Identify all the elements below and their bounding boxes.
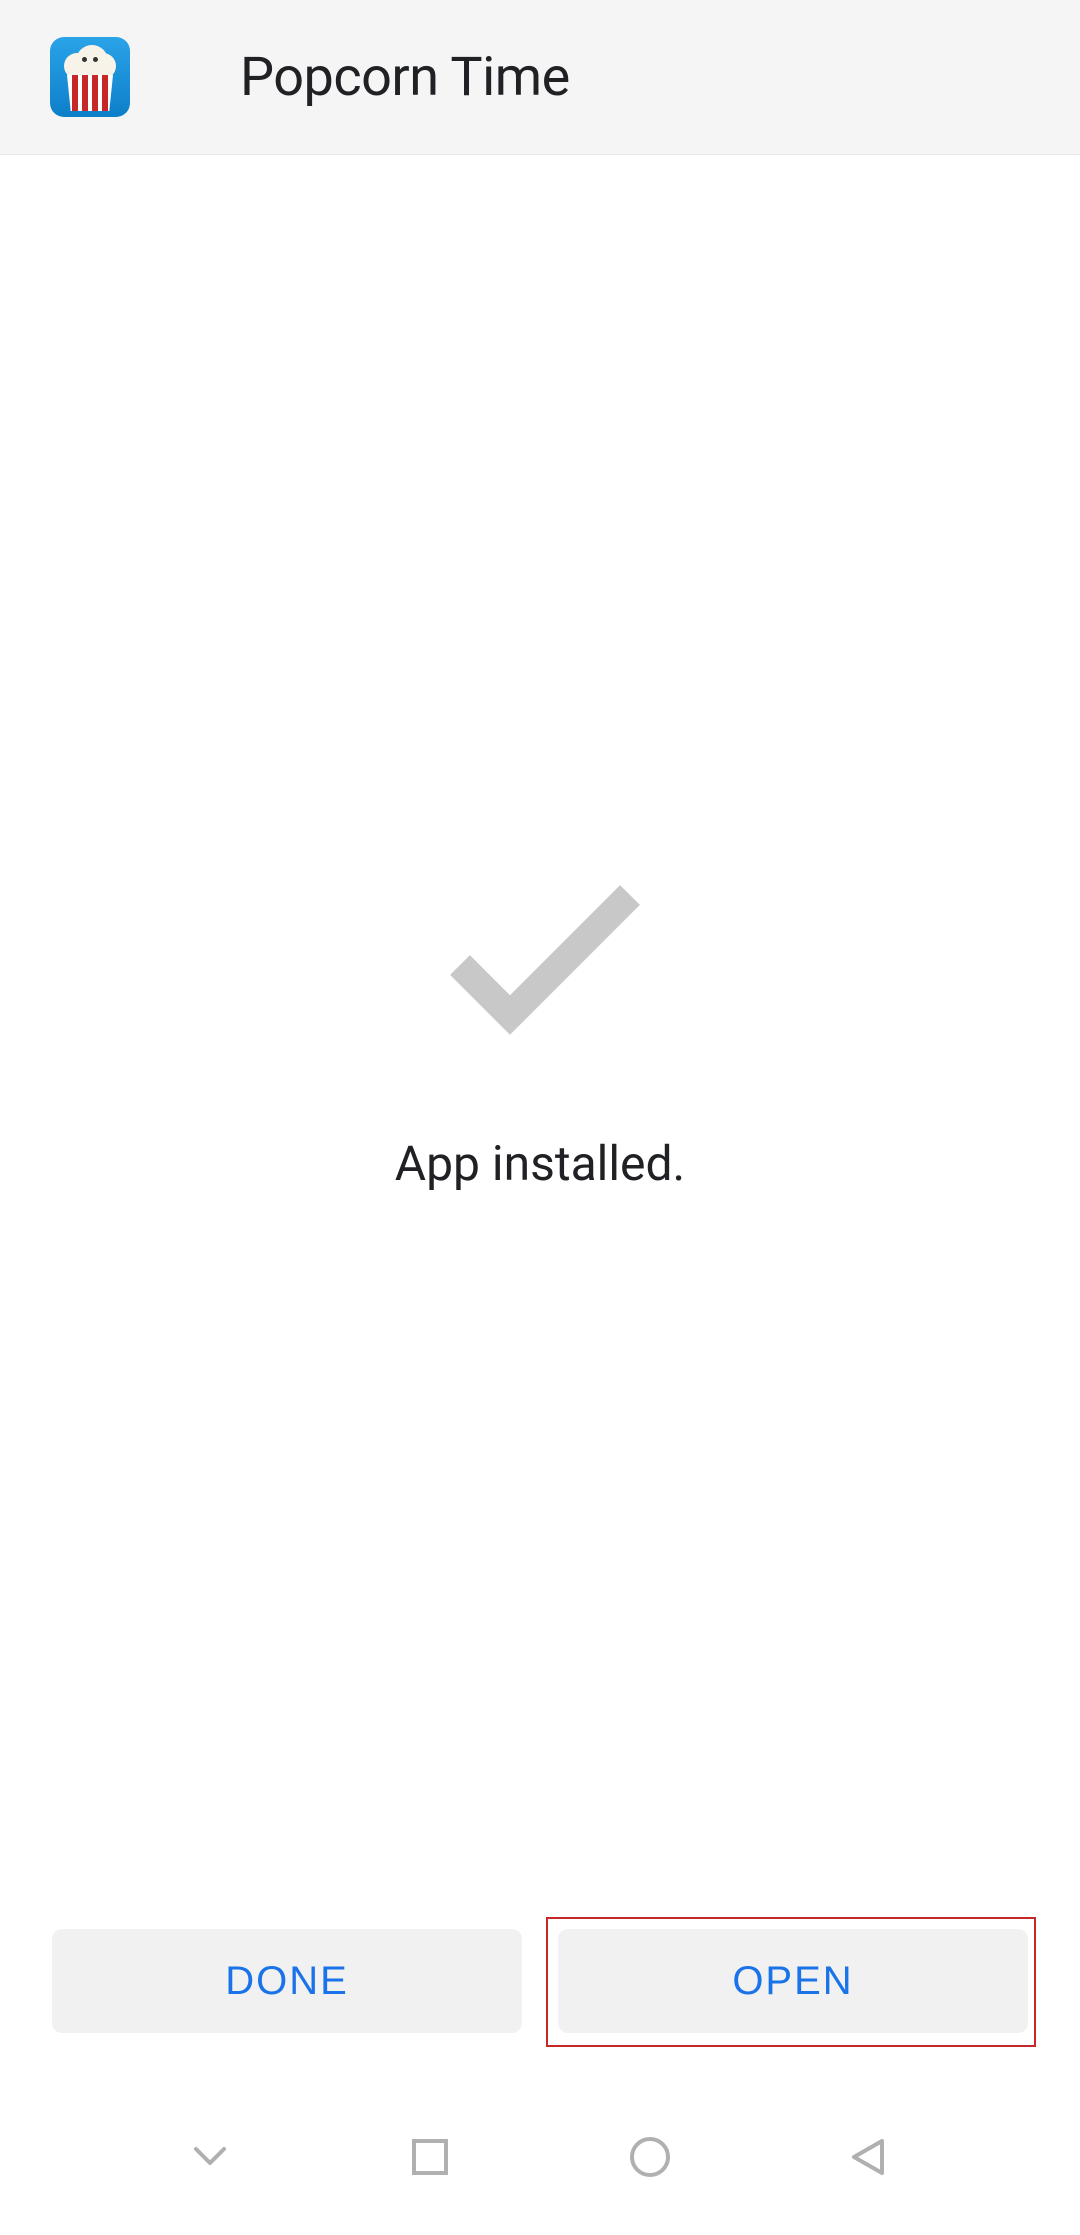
back-triangle-icon[interactable] (846, 2133, 894, 2181)
recent-apps-square-icon[interactable] (406, 2133, 454, 2181)
popcorn-time-app-icon (50, 37, 130, 117)
installer-content: App installed. (0, 155, 1080, 2235)
checkmark-icon (430, 875, 650, 1035)
installer-header: Popcorn Time (0, 0, 1080, 155)
app-title: Popcorn Time (240, 46, 570, 109)
install-status-text: App installed. (395, 1135, 685, 1192)
system-navigation-bar (0, 2099, 1080, 2235)
action-button-row: DONE OPEN (0, 1929, 1080, 2033)
home-circle-icon[interactable] (626, 2133, 674, 2181)
open-button[interactable]: OPEN (558, 1929, 1028, 2033)
done-button[interactable]: DONE (52, 1929, 522, 2033)
chevron-down-icon[interactable] (186, 2133, 234, 2181)
